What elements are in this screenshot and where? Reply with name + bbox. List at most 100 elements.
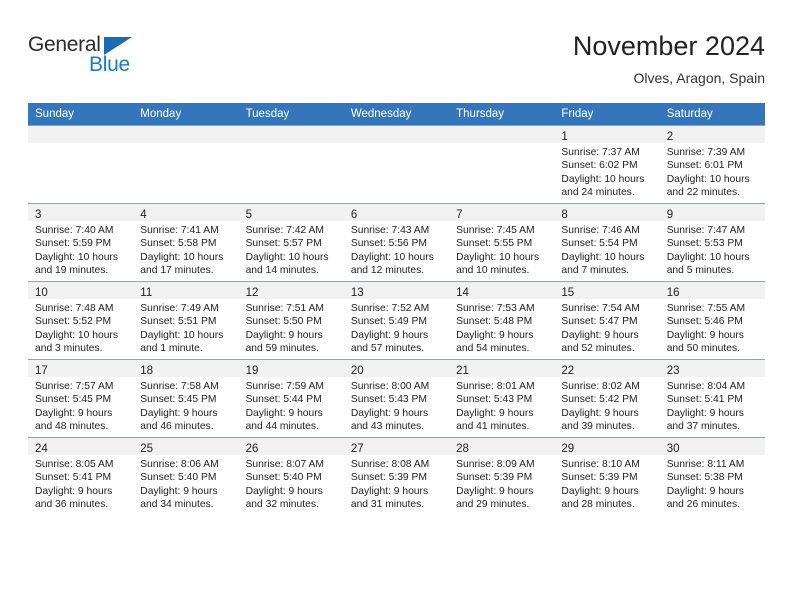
- calendar-day-cell[interactable]: 13 Sunrise: 7:52 AM Sunset: 5:49 PM Dayligh…: [343, 281, 450, 360]
- day-number-band: [343, 126, 450, 143]
- sunrise-time: Sunrise: 8:05 AM: [35, 459, 114, 470]
- sunrise-time: Sunrise: 8:07 AM: [245, 459, 324, 470]
- calendar-day-cell[interactable]: 1 Sunrise: 7:37 AM Sunset: 6:02 PM Daylight…: [554, 125, 660, 204]
- calendar-day-cell[interactable]: 20 Sunrise: 8:00 AM Sunset: 5:43 PM Dayligh…: [343, 359, 450, 438]
- day-cell-content: 25 Sunrise: 8:06 AM Sunset: 5:40 PM Dayligh…: [133, 438, 239, 515]
- sunrise-time: Sunrise: 8:06 AM: [140, 459, 219, 470]
- day-cell-content: 7 Sunrise: 7:45 AM Sunset: 5:55 PM Daylight…: [449, 204, 555, 281]
- calendar-page: General Blue November 2024 Olves, Aragon…: [0, 0, 792, 612]
- calendar-day-cell[interactable]: 21 Sunrise: 8:01 AM Sunset: 5:43 PM Dayligh…: [449, 359, 555, 438]
- sunrise-time: Sunrise: 7:39 AM: [666, 147, 746, 158]
- calendar-day-cell[interactable]: 6 Sunrise: 7:43 AM Sunset: 5:56 PM Daylight…: [343, 203, 450, 282]
- sunset-time: Sunset: 5:59 PM: [35, 238, 112, 250]
- day-number-band: 19: [238, 360, 344, 377]
- calendar-day-cell[interactable]: 28 Sunrise: 8:09 AM Sunset: 5:39 PM Dayligh…: [449, 437, 555, 515]
- sunrise-time: Sunrise: 8:00 AM: [350, 381, 430, 392]
- daylight-duration-line1: Daylight: 10 hours: [35, 251, 118, 263]
- weekday-header-sunday: Sunday: [28, 103, 134, 126]
- daylight-duration-line2: and 3 minutes.: [35, 343, 103, 355]
- day-number: 9: [666, 209, 674, 221]
- day-number-band: 21: [449, 360, 555, 377]
- calendar-day-cell[interactable]: 25 Sunrise: 8:06 AM Sunset: 5:40 PM Dayligh…: [133, 437, 239, 515]
- day-cell-content: 8 Sunrise: 7:46 AM Sunset: 5:54 PM Daylight…: [554, 204, 660, 281]
- calendar-day-cell[interactable]: 26 Sunrise: 8:07 AM Sunset: 5:40 PM Dayligh…: [238, 437, 344, 515]
- daylight-duration-line2: and 54 minutes.: [456, 343, 530, 355]
- daylight-duration-line1: Daylight: 9 hours: [140, 407, 218, 419]
- calendar-day-cell[interactable]: 15 Sunrise: 7:54 AM Sunset: 5:47 PM Dayligh…: [554, 281, 660, 360]
- general-blue-logo[interactable]: General Blue: [28, 33, 158, 85]
- calendar-day-cell[interactable]: 8 Sunrise: 7:46 AM Sunset: 5:54 PM Daylight…: [554, 203, 660, 282]
- day-number: 11: [140, 287, 153, 299]
- daylight-duration-line1: Daylight: 9 hours: [140, 485, 218, 497]
- calendar-day-cell[interactable]: 7 Sunrise: 7:45 AM Sunset: 5:55 PM Daylight…: [449, 203, 555, 282]
- day-sun-info: Sunrise: 7:58 AM Sunset: 5:45 PM Daylight:…: [133, 377, 238, 434]
- day-cell-content: 21 Sunrise: 8:01 AM Sunset: 5:43 PM Dayligh…: [449, 360, 555, 437]
- daylight-duration-line1: Daylight: 9 hours: [350, 407, 429, 419]
- day-number-band: [28, 126, 134, 143]
- calendar-day-cell[interactable]: 4 Sunrise: 7:41 AM Sunset: 5:58 PM Daylight…: [133, 203, 239, 282]
- sunset-time: Sunset: 5:55 PM: [456, 238, 533, 250]
- day-sun-info: Sunrise: 7:45 AM Sunset: 5:55 PM Daylight:…: [449, 221, 554, 278]
- daylight-duration-line2: and 57 minutes.: [350, 343, 425, 355]
- calendar-day-cell[interactable]: 12 Sunrise: 7:51 AM Sunset: 5:50 PM Dayligh…: [238, 281, 344, 360]
- daylight-duration-line1: Daylight: 10 hours: [140, 329, 224, 341]
- daylight-duration-line1: Daylight: 9 hours: [35, 407, 113, 419]
- day-cell-content: [238, 126, 344, 203]
- calendar-day-cell[interactable]: 19 Sunrise: 7:59 AM Sunset: 5:44 PM Dayligh…: [238, 359, 344, 438]
- calendar-day-cell[interactable]: 2 Sunrise: 7:39 AM Sunset: 6:01 PM Daylight…: [659, 125, 765, 204]
- calendar-day-cell[interactable]: 24 Sunrise: 8:05 AM Sunset: 5:41 PM Dayligh…: [28, 437, 134, 515]
- calendar-day-cell[interactable]: 29 Sunrise: 8:10 AM Sunset: 5:39 PM Dayligh…: [554, 437, 660, 515]
- daylight-duration-line2: and 14 minutes.: [245, 265, 319, 277]
- calendar-day-cell[interactable]: 10 Sunrise: 7:48 AM Sunset: 5:52 PM Dayligh…: [28, 281, 134, 360]
- calendar-day-cell[interactable]: 16 Sunrise: 7:55 AM Sunset: 5:46 PM Dayligh…: [659, 281, 765, 360]
- daylight-duration-line2: and 10 minutes.: [456, 265, 530, 277]
- sunrise-time: Sunrise: 8:11 AM: [666, 459, 745, 470]
- calendar-day-cell[interactable]: 17 Sunrise: 7:57 AM Sunset: 5:45 PM Dayligh…: [28, 359, 134, 438]
- calendar-day-cell[interactable]: 3 Sunrise: 7:40 AM Sunset: 5:59 PM Daylight…: [28, 203, 134, 282]
- day-cell-content: 22 Sunrise: 8:02 AM Sunset: 5:42 PM Dayligh…: [554, 360, 660, 437]
- day-sun-info: Sunrise: 8:05 AM Sunset: 5:41 PM Daylight:…: [28, 455, 133, 512]
- day-number-band: [133, 126, 239, 143]
- day-cell-content: 10 Sunrise: 7:48 AM Sunset: 5:52 PM Dayligh…: [28, 282, 134, 359]
- daylight-duration-line2: and 36 minutes.: [35, 499, 109, 511]
- calendar-day-cell[interactable]: 23 Sunrise: 8:04 AM Sunset: 5:41 PM Dayligh…: [659, 359, 765, 438]
- day-cell-content: 29 Sunrise: 8:10 AM Sunset: 5:39 PM Dayligh…: [554, 438, 660, 515]
- sunrise-time: Sunrise: 7:42 AM: [245, 225, 324, 236]
- day-cell-content: 12 Sunrise: 7:51 AM Sunset: 5:50 PM Dayligh…: [238, 282, 344, 359]
- calendar-day-cell[interactable]: 9 Sunrise: 7:47 AM Sunset: 5:53 PM Daylight…: [659, 203, 765, 282]
- calendar-day-cell[interactable]: 14 Sunrise: 7:53 AM Sunset: 5:48 PM Dayligh…: [449, 281, 555, 360]
- day-number: 22: [561, 365, 575, 377]
- sunrise-time: Sunrise: 7:57 AM: [35, 381, 114, 392]
- title-block: November 2024 Olves, Aragon, Spain: [573, 30, 765, 88]
- sunrise-time: Sunrise: 8:08 AM: [350, 459, 430, 470]
- daylight-duration-line1: Daylight: 9 hours: [350, 485, 429, 497]
- daylight-duration-line2: and 32 minutes.: [245, 499, 319, 511]
- calendar-day-cell[interactable]: 27 Sunrise: 8:08 AM Sunset: 5:39 PM Dayligh…: [343, 437, 450, 515]
- calendar-day-cell[interactable]: 22 Sunrise: 8:02 AM Sunset: 5:42 PM Dayligh…: [554, 359, 660, 438]
- day-cell-content: 9 Sunrise: 7:47 AM Sunset: 5:53 PM Daylight…: [659, 204, 765, 281]
- sunset-time: Sunset: 5:48 PM: [456, 316, 533, 328]
- calendar-day-cell[interactable]: 11 Sunrise: 7:49 AM Sunset: 5:51 PM Dayligh…: [133, 281, 239, 360]
- calendar-day-cell[interactable]: 5 Sunrise: 7:42 AM Sunset: 5:57 PM Daylight…: [238, 203, 344, 282]
- sunrise-time: Sunrise: 7:37 AM: [561, 147, 640, 158]
- day-sun-info: Sunrise: 8:11 AM Sunset: 5:38 PM Daylight:…: [660, 455, 765, 512]
- day-cell-content: [343, 126, 450, 203]
- sunset-time: Sunset: 5:40 PM: [245, 472, 322, 484]
- calendar-week-row: 3 Sunrise: 7:40 AM Sunset: 5:59 PM Daylight…: [28, 203, 765, 282]
- sunrise-time: Sunrise: 7:51 AM: [245, 303, 324, 314]
- daylight-duration-line1: Daylight: 9 hours: [666, 485, 744, 497]
- day-number: 27: [350, 443, 364, 455]
- day-sun-info: Sunrise: 8:07 AM Sunset: 5:40 PM Daylight:…: [239, 455, 344, 512]
- calendar-day-cell[interactable]: 18 Sunrise: 7:58 AM Sunset: 5:45 PM Dayligh…: [133, 359, 239, 438]
- sunset-time: Sunset: 5:47 PM: [561, 316, 638, 328]
- day-number: 16: [666, 287, 680, 299]
- day-sun-info: Sunrise: 8:00 AM Sunset: 5:43 PM Daylight:…: [344, 377, 449, 434]
- sunset-time: Sunset: 5:50 PM: [245, 316, 322, 328]
- day-number-band: 26: [238, 438, 344, 455]
- day-number-band: 8: [554, 204, 660, 221]
- calendar-day-cell[interactable]: 30 Sunrise: 8:11 AM Sunset: 5:38 PM Dayligh…: [659, 437, 765, 515]
- daylight-duration-line1: Daylight: 9 hours: [350, 329, 429, 341]
- day-number-band: 24: [28, 438, 134, 455]
- day-number-band: 9: [659, 204, 765, 221]
- day-number: 25: [140, 443, 154, 455]
